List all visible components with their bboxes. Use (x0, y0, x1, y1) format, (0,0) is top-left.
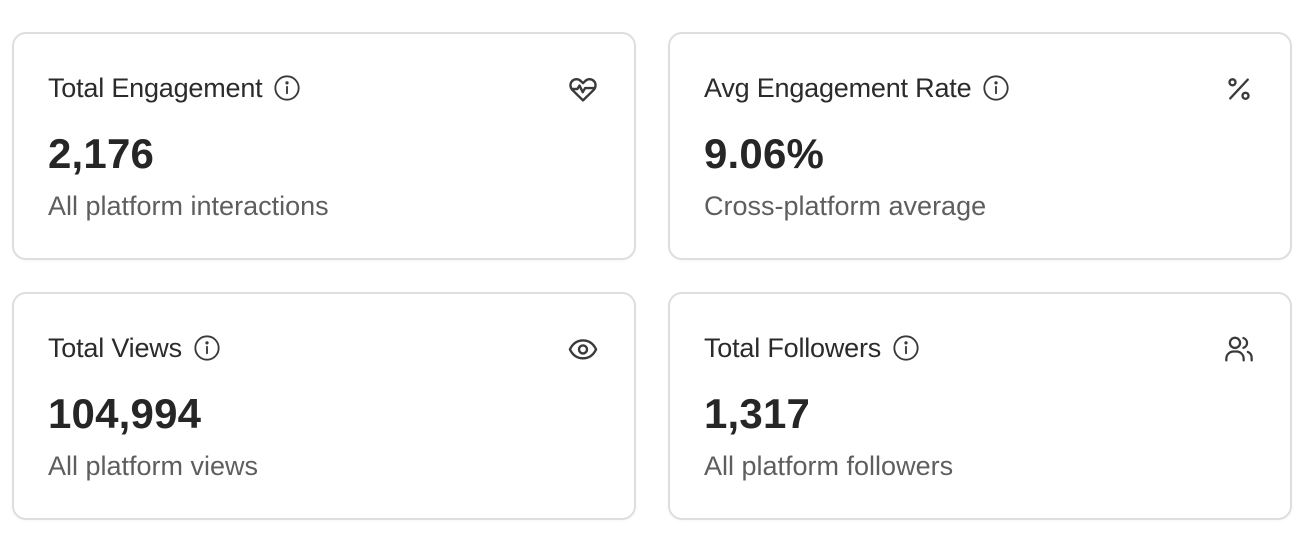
card-header: Avg Engagement Rate (704, 70, 1011, 106)
stat-card-total-engagement: Total Engagement 2,176 All platform inte… (12, 32, 636, 260)
stat-card-total-followers: Total Followers 1,317 All platform follo… (668, 292, 1292, 520)
card-value: 1,317 (704, 390, 811, 437)
eye-icon (566, 332, 600, 366)
card-title: Total Followers (704, 332, 882, 363)
stat-card-total-views: Total Views 104,994 All platform views (12, 292, 636, 520)
card-value: 104,994 (48, 390, 202, 437)
info-icon[interactable] (192, 333, 222, 363)
card-title: Total Views (48, 332, 182, 363)
card-subtitle: All platform views (48, 451, 259, 481)
stats-grid: Total Engagement 2,176 All platform inte… (0, 0, 1306, 544)
card-value: 2,176 (48, 130, 155, 177)
card-subtitle: All platform interactions (48, 191, 329, 221)
card-title: Avg Engagement Rate (704, 72, 972, 103)
card-header: Total Views (48, 330, 222, 366)
info-icon[interactable] (272, 73, 302, 103)
heart-pulse-icon (566, 72, 600, 106)
stat-card-avg-engagement-rate: Avg Engagement Rate 9.06% Cross-platform… (668, 32, 1292, 260)
card-subtitle: Cross-platform average (704, 191, 987, 221)
card-header: Total Engagement (48, 70, 302, 106)
card-subtitle: All platform followers (704, 451, 954, 481)
percent-icon (1222, 72, 1256, 106)
card-title: Total Engagement (48, 72, 263, 103)
info-icon[interactable] (981, 73, 1011, 103)
card-value: 9.06% (704, 130, 825, 177)
users-icon (1222, 332, 1256, 366)
info-icon[interactable] (891, 333, 921, 363)
card-header: Total Followers (704, 330, 921, 366)
